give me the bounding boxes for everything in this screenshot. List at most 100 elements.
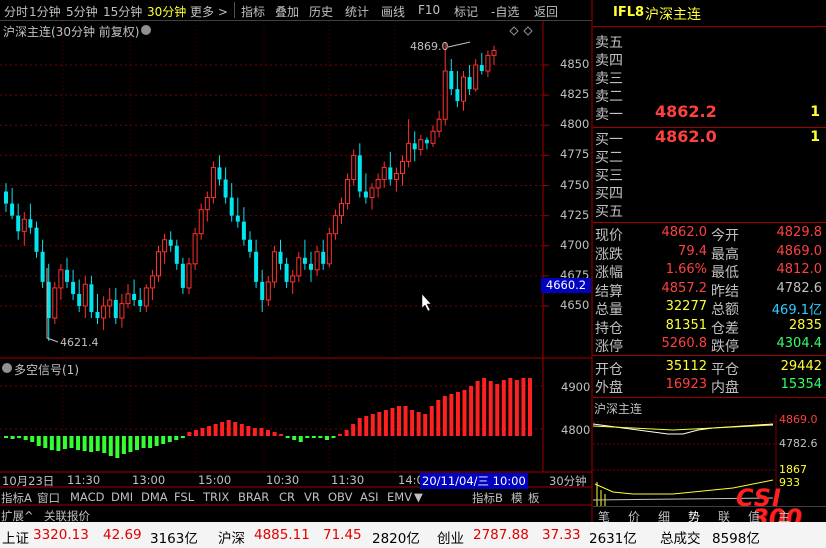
index-cy-value[interactable]: 2787.88 xyxy=(473,527,529,543)
time-label: 11:30 xyxy=(331,473,365,487)
low-price-label: 4621.4 xyxy=(60,336,99,349)
level-label: 卖二 xyxy=(595,89,623,105)
tab-more-icon[interactable]: ▼ xyxy=(414,490,423,504)
indicator-label-high: 4900 xyxy=(561,380,591,394)
status-bar: 上证 3320.13 42.69 3163亿 沪深 4885.11 71.45 … xyxy=(0,522,826,548)
tab-brar[interactable]: BRAR xyxy=(238,490,269,504)
time-axis: 10月23日 11:30 13:00 15:00 10:30 11:30 14:… xyxy=(0,473,592,489)
price-tick-label: 4750 xyxy=(560,177,590,192)
trade-value: 15354 xyxy=(780,377,822,392)
total-turnover-value: 8598亿 xyxy=(712,531,760,547)
level-label: 买五 xyxy=(595,204,623,220)
tab-emv[interactable]: EMV xyxy=(387,490,412,504)
trade-label: 开仓 xyxy=(595,362,623,378)
instrument-name: 沪深主连 xyxy=(645,7,701,23)
stat-value: 4869.0 xyxy=(776,243,823,259)
tab-template-2[interactable]: 板 xyxy=(528,490,540,506)
diamond-icon[interactable] xyxy=(509,26,519,36)
tab-template-1[interactable]: 模 xyxy=(511,490,523,506)
level-volume: 1 xyxy=(810,104,820,120)
tab-fsl[interactable]: FSL xyxy=(174,490,194,504)
trade-label: 内盘 xyxy=(711,380,739,396)
tab-indicator-b[interactable]: 指标B xyxy=(472,490,503,506)
index-cy-change: 37.33 xyxy=(542,527,581,543)
index-cy-label: 创业 xyxy=(437,531,464,547)
stat-value: 79.4 xyxy=(678,243,707,259)
diamond-icon[interactable] xyxy=(523,26,533,36)
stat-label: 今开 xyxy=(711,228,739,244)
price-tick-label: 4800 xyxy=(560,117,590,132)
period-label: 30分钟 xyxy=(549,474,587,488)
tab-trix[interactable]: TRIX xyxy=(203,490,229,504)
stat-label: 最低 xyxy=(711,265,739,281)
time-label: 10月23日 xyxy=(2,474,55,488)
index-hs-amount: 2820亿 xyxy=(372,531,420,547)
level-label: 卖四 xyxy=(595,53,623,69)
index-sh-change: 42.69 xyxy=(103,527,142,543)
time-label: 13:00 xyxy=(132,473,166,487)
indicator-tab-bar: 指标A 窗口 MACD DMI DMA FSL TRIX BRAR CR VR … xyxy=(0,488,592,505)
price-tick-label: 4825 xyxy=(560,87,590,102)
index-cy-amount: 2631亿 xyxy=(589,531,637,547)
stat-value: 4857.2 xyxy=(661,280,708,296)
stat-label: 涨停 xyxy=(595,339,623,355)
mini-chart-high: 4869.0 xyxy=(779,413,818,426)
price-tick-label: 4725 xyxy=(560,207,590,222)
tab-dma[interactable]: DMA xyxy=(141,490,168,504)
sub-tab-bar: 扩展^ 关联报价 xyxy=(0,506,592,523)
level-label: 买四 xyxy=(595,186,623,202)
tab-asi[interactable]: ASI xyxy=(360,490,379,504)
index-hs-label: 沪深 xyxy=(218,531,245,547)
tab-vr[interactable]: VR xyxy=(304,490,320,504)
stat-value: 4782.6 xyxy=(776,280,823,296)
stat-label: 结算 xyxy=(595,283,623,300)
tab-macd[interactable]: MACD xyxy=(70,490,104,504)
stat-value: 4829.8 xyxy=(776,225,823,240)
level-label: 买一 xyxy=(595,132,623,148)
index-sh-label: 上证 xyxy=(2,531,29,547)
indicator-settings-icon[interactable] xyxy=(2,363,12,373)
signal-bars xyxy=(4,378,532,458)
stat-label: 昨结 xyxy=(711,283,739,300)
mini-chart-mid: 4782.6 xyxy=(779,437,818,450)
tab-indicator-a[interactable]: 指标A xyxy=(1,490,32,506)
level-label: 卖五 xyxy=(595,35,623,51)
price-tick-label: 4650 xyxy=(560,298,590,312)
index-sh-amount: 3163亿 xyxy=(150,531,198,547)
stat-label: 总额 xyxy=(711,302,739,318)
stat-label: 持仓 xyxy=(595,320,623,337)
mini-chart-vol-high: 1867 xyxy=(779,463,807,476)
stat-value: 4812.0 xyxy=(776,262,823,277)
stat-value: 4862.0 xyxy=(661,225,708,240)
chart-settings-icon[interactable] xyxy=(141,25,151,35)
high-price-label: 4869.0 xyxy=(410,40,449,53)
trade-label: 外盘 xyxy=(595,380,623,396)
stat-value: 4304.4 xyxy=(776,336,823,351)
total-turnover-label: 总成交 xyxy=(660,531,701,547)
index-sh-value[interactable]: 3320.13 xyxy=(33,527,89,543)
stat-value: 32277 xyxy=(665,299,707,314)
kline-chart-area[interactable] xyxy=(0,0,593,522)
tab-dmi[interactable]: DMI xyxy=(111,490,133,504)
level-volume: 1 xyxy=(810,129,820,145)
trade-value: 35112 xyxy=(665,359,707,374)
index-hs-value[interactable]: 4885.11 xyxy=(254,527,310,543)
stat-value: 469.1亿 xyxy=(771,303,822,318)
level-label: 卖三 xyxy=(595,71,623,87)
trade-label: 平仓 xyxy=(711,362,739,378)
level-label: 买二 xyxy=(595,150,623,166)
level-price[interactable]: 4862.0 xyxy=(655,127,717,146)
tab-obv[interactable]: OBV xyxy=(328,490,352,504)
stat-label: 涨跌 xyxy=(595,246,623,263)
stat-value: 2835 xyxy=(788,317,822,333)
level-label: 卖一 xyxy=(595,107,623,123)
price-tick-label: 4775 xyxy=(560,147,590,162)
bottom-tab-bar: 笔价细势联值主 xyxy=(593,506,826,524)
cursor-time-label: 20/11/04/三 10:00 xyxy=(420,473,528,489)
stat-label: 仓差 xyxy=(711,320,739,337)
level-price[interactable]: 4862.2 xyxy=(655,102,717,121)
cursor-price-label: 4660.2 xyxy=(541,278,591,293)
trade-value: 29442 xyxy=(780,359,822,374)
tab-cr[interactable]: CR xyxy=(279,490,295,504)
tab-window[interactable]: 窗口 xyxy=(37,490,60,506)
